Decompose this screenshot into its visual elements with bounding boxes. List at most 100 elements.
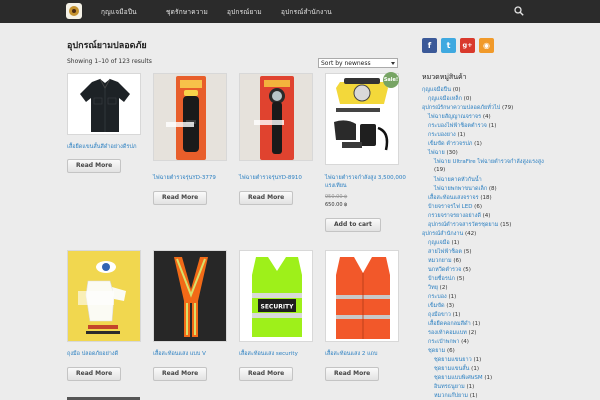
category-label[interactable]: ป้ายจราจรไฟ LED <box>428 204 472 210</box>
sidebar-category-item[interactable]: ไฟฉาย (30) <box>428 149 458 157</box>
sidebar-category-item[interactable]: ไฟฉาย UltraFire ไฟฉายตำรวจกำลังสูงแรงสูง <box>434 158 544 166</box>
twitter-icon[interactable]: t <box>441 38 456 53</box>
sidebar-category-item[interactable]: อุปกรณ์ตำรวจสารวัตรชุดยาม (15) <box>428 221 511 229</box>
category-label[interactable]: กุญแจมือปืน <box>422 87 451 93</box>
read-more-button[interactable]: Read More <box>325 367 380 381</box>
sidebar-category-item[interactable]: ป้ายจราจรไฟ LED (6) <box>428 203 482 211</box>
sidebar-category-item[interactable]: กุญแจมือ (1) <box>428 239 459 247</box>
sidebar-category-item[interactable]: กระบองไฟฟ้าช็อตตำรวจ (1) <box>428 122 496 130</box>
sidebar-category-item[interactable]: ป้ายชื่อรปภ (5) <box>428 275 464 283</box>
category-label[interactable]: กรวยจราจรยางอย่างดี <box>428 213 481 219</box>
product-image-flashlight-1[interactable] <box>153 73 227 161</box>
nav-item-4[interactable]: อุปกรณ์สำนักงาน <box>281 7 332 17</box>
sidebar-category-item[interactable]: กระบอง (1) <box>428 293 456 301</box>
category-label[interactable]: กุญแจมือเหล็ก <box>428 96 462 102</box>
sidebar-category-item[interactable]: รองเท้าคอมแบท (2) <box>428 329 476 337</box>
sidebar-category-item[interactable]: ชุดยาม (6) <box>428 347 455 355</box>
category-label[interactable]: กระบองยาง <box>428 132 456 138</box>
product-name[interactable]: ไฟฉายตำรวจกำลังสูง 3,500,000 แรงเทียน <box>325 174 413 190</box>
product-image-black-shirt[interactable] <box>67 73 141 135</box>
product-name[interactable]: เสื้อยืดแขนสั้นสีดำอย่างดีรปภ <box>67 143 147 151</box>
product-image-flashlight-2[interactable] <box>239 73 313 161</box>
rss-icon[interactable]: ◉ <box>479 38 494 53</box>
sidebar-category-item[interactable]: กุญแจมือเหล็ก (0) <box>428 95 471 103</box>
sort-select[interactable]: Sort by newness <box>318 58 398 68</box>
category-label[interactable]: กุญแจมือ <box>428 240 450 246</box>
read-more-button[interactable]: Read More <box>153 367 208 381</box>
nav-item-3[interactable]: อุปกรณ์ยาม <box>227 7 262 17</box>
category-label[interactable]: ไฟฉายสัญญาณจราจร <box>428 114 481 120</box>
nav-item-1[interactable]: กุญแจมือปืน <box>101 7 137 17</box>
sidebar-category-item[interactable]: หมวกแก๊ปยาม (1) <box>434 392 478 400</box>
sidebar-category-item[interactable]: ไฟฉายพกพาขนาดเล็ก (8) <box>434 185 497 193</box>
category-label[interactable]: หมวกยาม <box>428 258 452 264</box>
category-label[interactable]: ป้ายชื่อรปภ <box>428 276 455 282</box>
facebook-icon[interactable]: f <box>422 38 437 53</box>
sidebar-category-item[interactable]: หมวกยาม (6) <box>428 257 461 265</box>
sidebar-category-item[interactable]: (19) <box>434 167 445 173</box>
sidebar-category-item[interactable]: ชุดยามแขนสั้น (1) <box>434 365 479 373</box>
read-more-button[interactable]: Read More <box>239 367 294 381</box>
sidebar-category-item[interactable]: วิทยุ (2) <box>428 284 447 292</box>
category-label[interactable]: เข็มขัด ตำรวจรปภ <box>428 141 472 147</box>
sidebar-category-item[interactable]: กระเป๋าพกพา (4) <box>428 338 469 346</box>
sidebar-category-item[interactable]: กระบองยาง (1) <box>428 131 465 139</box>
category-label[interactable]: อุปกรณ์รักษาความปลอดภัยทั่วไป <box>422 105 500 111</box>
category-label[interactable]: ชุดยามแบบพิเศษSM <box>434 375 483 381</box>
read-more-button[interactable]: Read More <box>67 159 122 173</box>
sidebar-category-item[interactable]: ไฟฉายคาดหัวกันน้ำ <box>434 176 482 184</box>
product-image-vest-v[interactable] <box>153 250 227 342</box>
category-label[interactable]: สายไฟฟ้าช็อต <box>428 249 462 255</box>
product-name[interactable]: เสื้อสะท้อนแสง แบบ V <box>153 350 243 358</box>
category-label[interactable]: ไฟฉาย UltraFire ไฟฉายตำรวจกำลังสูงแรงสูง <box>434 159 544 165</box>
read-more-button[interactable]: Read More <box>67 367 122 381</box>
sidebar-category-item[interactable]: ไฟฉายสัญญาณจราจร (4) <box>428 113 491 121</box>
add-to-cart-button[interactable]: Add to cart <box>325 218 381 232</box>
category-label[interactable]: ไฟฉายพกพาขนาดเล็ก <box>434 186 487 192</box>
category-label[interactable]: ชุดยาม <box>428 348 445 354</box>
category-label[interactable]: ถุงมือขาว <box>428 312 451 318</box>
sidebar-category-item[interactable]: อุปกรณ์สำนักงาน (42) <box>422 230 476 238</box>
product-name[interactable]: เสื้อสะท้อนแสง security <box>239 350 329 358</box>
category-label[interactable]: ไฟฉาย <box>428 150 445 156</box>
sidebar-category-item[interactable]: เข็มขัด (3) <box>428 302 454 310</box>
category-label[interactable]: นกหวีดตำรวจ <box>428 267 461 273</box>
nav-item-2[interactable]: ชุดรักษาความ <box>166 7 208 17</box>
product-name[interactable]: ไฟฉายตำรวจรุ่นYD-8910 <box>239 174 329 182</box>
category-label[interactable]: กระบองไฟฟ้าช็อตตำรวจ <box>428 123 487 129</box>
category-label[interactable]: อุปกรณ์สำนักงาน <box>422 231 463 237</box>
sidebar-category-item[interactable]: ชุดยามแขนยาว (1) <box>434 356 481 364</box>
category-label[interactable]: รองเท้าคอมแบท <box>428 330 467 336</box>
sidebar-category-item[interactable]: อินทรธนูยาม (1) <box>434 383 474 391</box>
category-label[interactable]: อินทรธนูยาม <box>434 384 465 390</box>
sidebar-category-item[interactable]: ถุงมือขาว (1) <box>428 311 460 319</box>
search-icon[interactable] <box>514 6 524 16</box>
sidebar-category-item[interactable]: กุญแจมือปืน (0) <box>422 86 461 94</box>
category-label[interactable]: ชุดยามแขนสั้น <box>434 366 469 372</box>
sidebar-category-item[interactable]: อุปกรณ์รักษาความปลอดภัยทั่วไป (79) <box>422 104 513 112</box>
category-label[interactable]: เสื้อสะท้อนแสงจราจร <box>428 195 479 201</box>
read-more-button[interactable]: Read More <box>239 191 294 205</box>
category-label[interactable]: เข็มขัด <box>428 303 445 309</box>
sidebar-category-item[interactable]: นกหวีดตำรวจ (5) <box>428 266 471 274</box>
product-image-vest-2-stripe[interactable] <box>325 250 399 342</box>
sidebar-category-item[interactable]: เข็มขัด ตำรวจรปภ (1) <box>428 140 482 148</box>
category-label[interactable]: อุปกรณ์ตำรวจสารวัตรชุดยาม <box>428 222 498 228</box>
category-label[interactable]: หมวกแก๊ปยาม <box>434 393 468 399</box>
category-label[interactable]: ชุดยามแขนยาว <box>434 357 472 363</box>
sidebar-category-item[interactable]: เสื้อยืดคอกลมสีดำ (1) <box>428 320 480 328</box>
product-name[interactable]: เสื้อสะท้อนแสง 2 แถบ <box>325 350 415 358</box>
category-label[interactable]: ไฟฉายคาดหัวกันน้ำ <box>434 177 482 183</box>
product-image-gloves[interactable] <box>67 250 141 342</box>
category-label[interactable]: วิทยุ <box>428 285 438 291</box>
read-more-button[interactable]: Read More <box>153 191 208 205</box>
product-name[interactable]: ถุงมือ ปลอดภัยอย่างดี <box>67 350 157 358</box>
product-name[interactable]: ไฟฉายตำรวจรุ่นYD-3779 <box>153 174 243 182</box>
sidebar-category-item[interactable]: เสื้อสะท้อนแสงจราจร (18) <box>428 194 492 202</box>
sidebar-category-item[interactable]: ชุดยามแบบพิเศษSM (1) <box>434 374 492 382</box>
google-plus-icon[interactable]: g+ <box>460 38 475 53</box>
product-image-vest-security[interactable]: SECURITY <box>239 250 313 342</box>
sidebar-category-item[interactable]: กรวยจราจรยางอย่างดี (4) <box>428 212 490 220</box>
sidebar-category-item[interactable]: สายไฟฟ้าช็อต (5) <box>428 248 471 256</box>
category-label[interactable]: เสื้อยืดคอกลมสีดำ <box>428 321 471 327</box>
